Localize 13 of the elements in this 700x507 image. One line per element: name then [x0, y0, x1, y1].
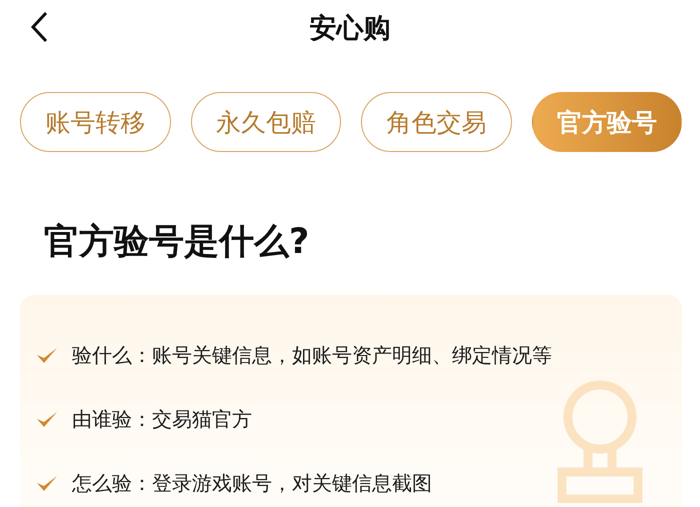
tab[interactable]: 永久包赔	[190, 92, 341, 152]
check-icon	[36, 474, 58, 492]
info-text: 由谁验：交易猫官方	[72, 406, 252, 432]
check-icon	[36, 346, 58, 364]
page-title: 安心购	[310, 12, 390, 46]
check-icon	[36, 410, 58, 428]
back-icon[interactable]	[30, 11, 48, 43]
tab[interactable]: 账号转移	[20, 92, 170, 152]
tab[interactable]: 官方验号	[532, 92, 682, 152]
section-heading: 官方验号是什么?	[44, 221, 310, 264]
info-text: 怎么验：登录游戏账号，对关键信息截图	[72, 470, 432, 496]
tab[interactable]: 角色交易	[361, 92, 512, 152]
info-text: 验什么：账号关键信息，如账号资产明细、绑定情况等	[72, 342, 552, 368]
